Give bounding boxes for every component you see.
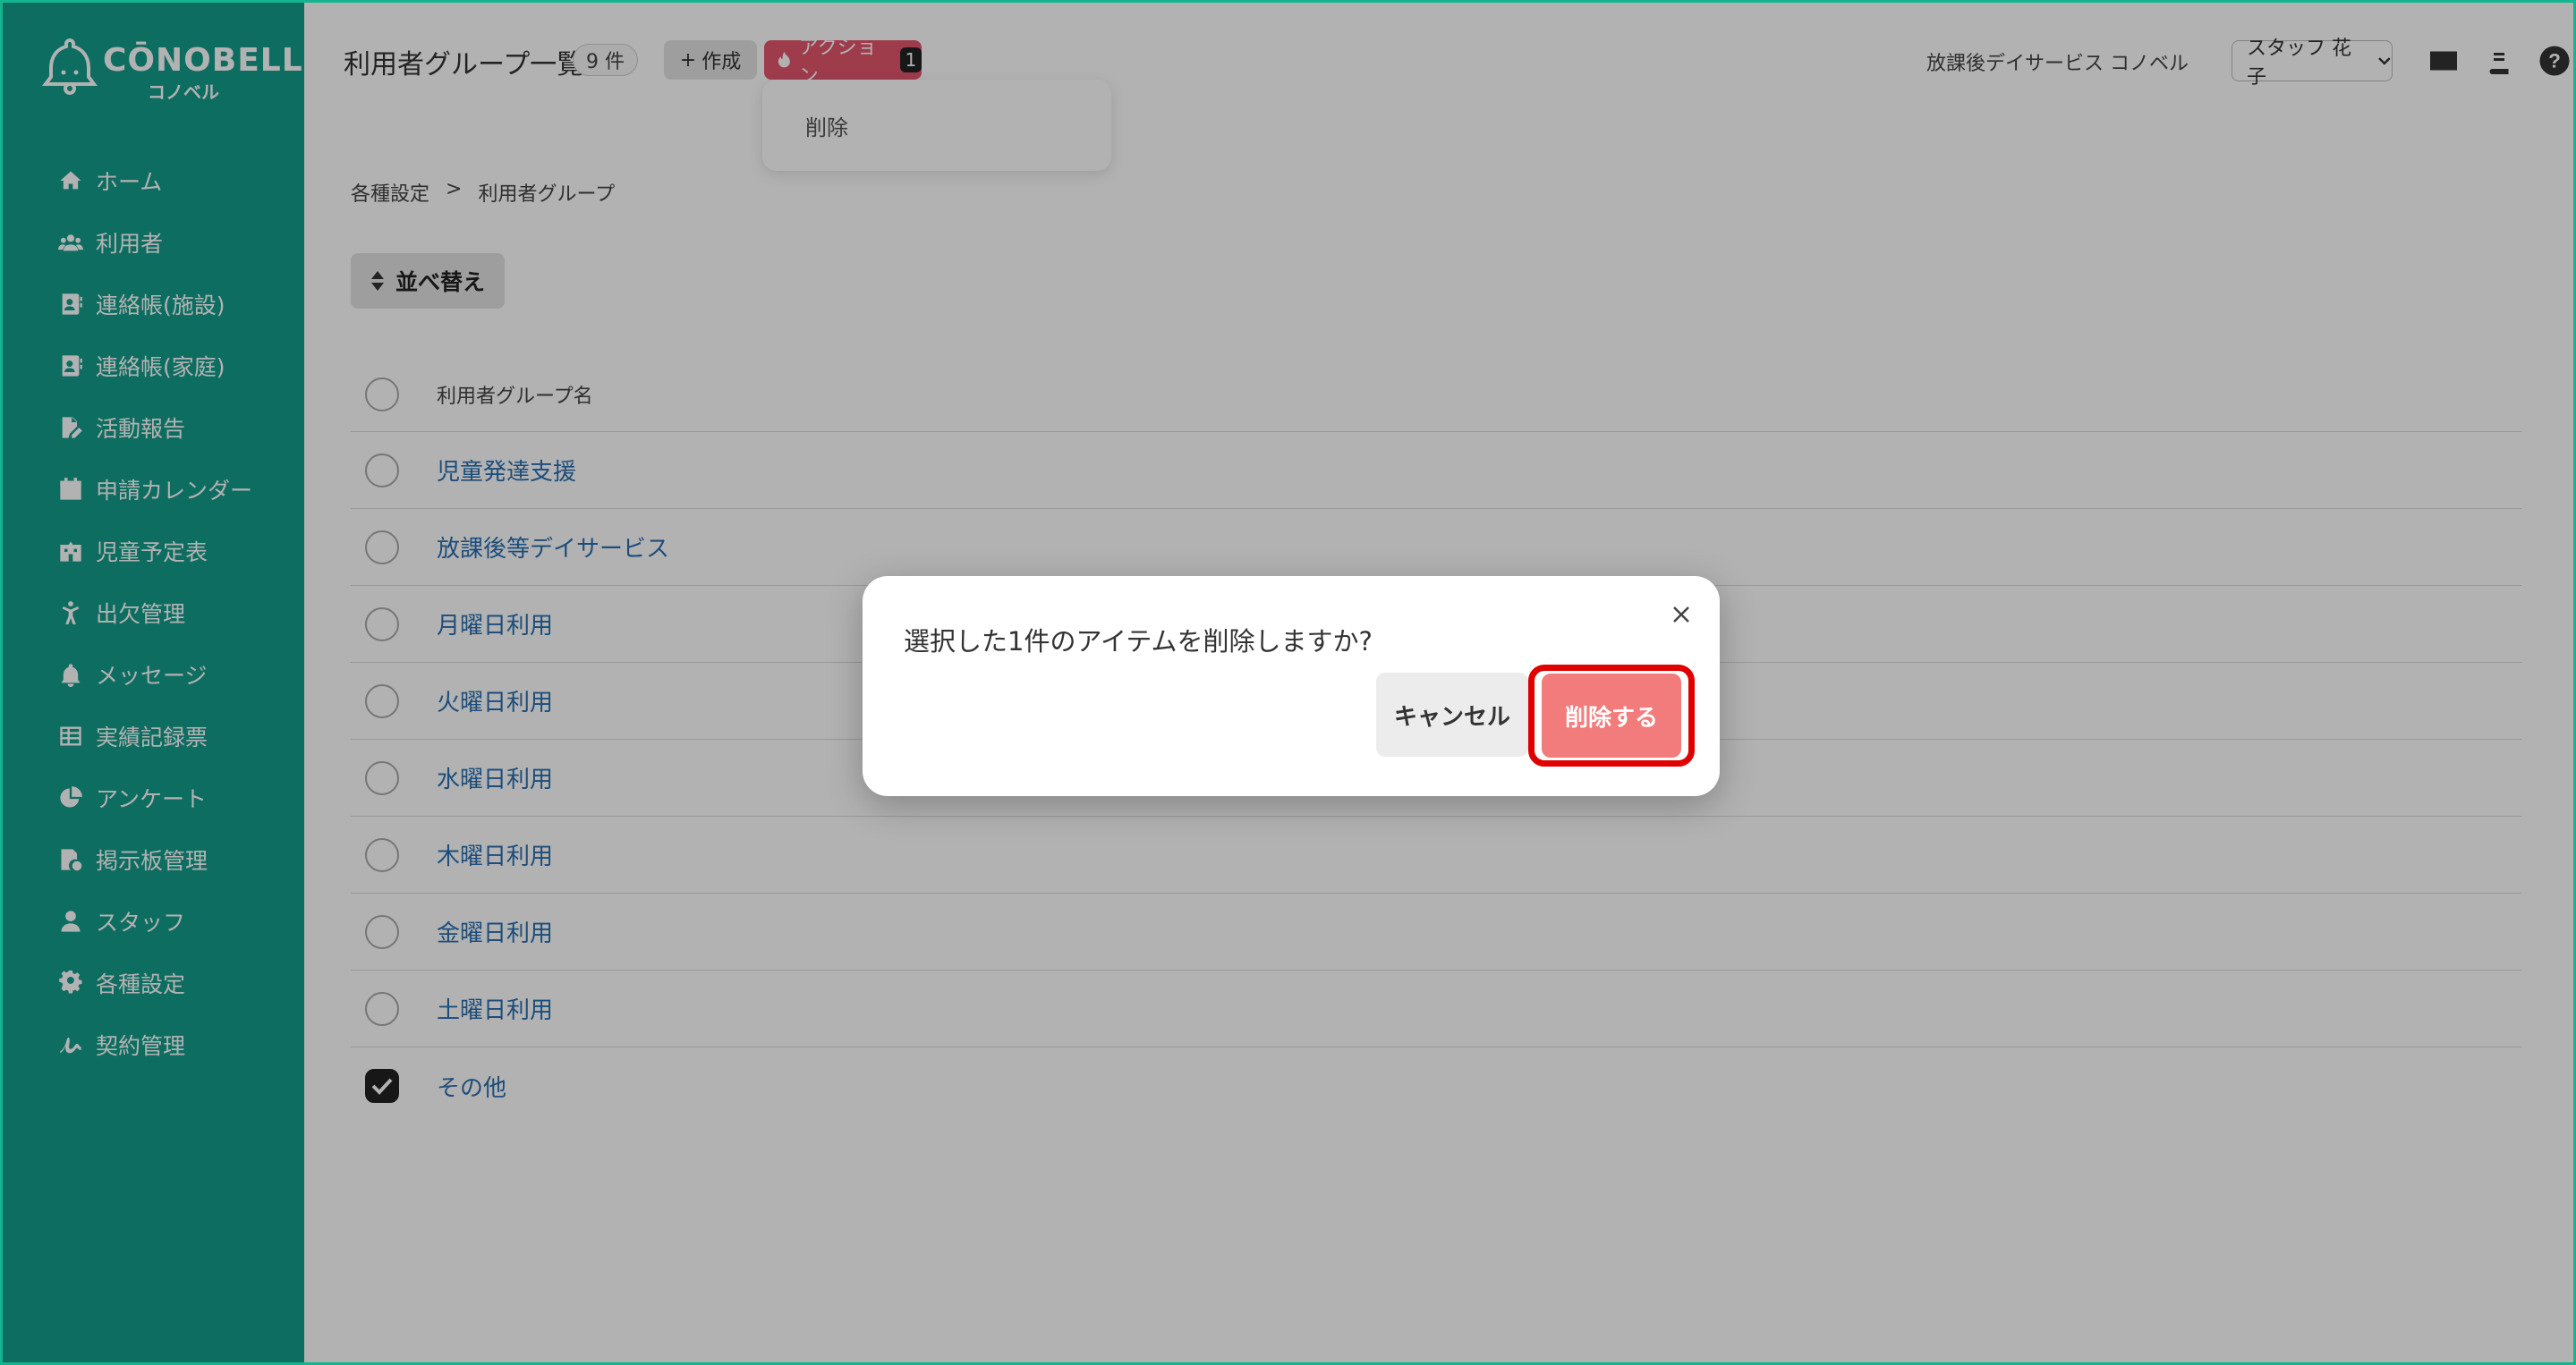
confirm-highlight: 削除する xyxy=(1528,665,1695,767)
delete-confirm-dialog: 選択した1件のアイテムを削除しますか? キャンセル 削除する xyxy=(863,576,1720,796)
cancel-button[interactable]: キャンセル xyxy=(1376,673,1528,757)
close-icon[interactable] xyxy=(1666,599,1696,630)
dialog-message: 選択した1件のアイテムを削除しますか? xyxy=(904,626,1373,657)
app-window: CŌNOBELL コノベル ホーム 利用者 連絡帳(施設) 連絡帳(家庭) 活動… xyxy=(0,0,2576,1365)
confirm-delete-button[interactable]: 削除する xyxy=(1542,674,1681,758)
